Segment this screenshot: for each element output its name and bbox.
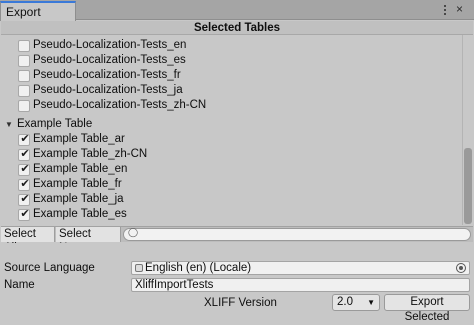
checkbox[interactable] xyxy=(18,40,30,52)
checkbox[interactable]: ✔ xyxy=(18,193,30,206)
list-item[interactable]: ✔ Example Table_en xyxy=(1,162,462,177)
list-item[interactable]: Pseudo-Localization-Tests_es xyxy=(1,53,462,68)
list-item[interactable]: Pseudo-Localization-Tests_zh-CN xyxy=(1,98,462,113)
list-item-label: Example Table_zh-CN xyxy=(33,148,148,160)
list-item-label: Pseudo-Localization-Tests_fr xyxy=(33,69,181,81)
checkmark-icon: ✔ xyxy=(20,163,30,175)
checkbox[interactable]: ✔ xyxy=(18,163,30,176)
xliff-version-label: XLIFF Version xyxy=(204,297,277,309)
list-item-label: Example Table_en xyxy=(33,163,128,175)
locale-asset-icon xyxy=(135,264,143,272)
name-label: Name xyxy=(4,279,35,291)
checkbox[interactable]: ✔ xyxy=(18,178,30,191)
group-label: Example Table xyxy=(17,118,93,130)
list-item[interactable]: Pseudo-Localization-Tests_fr xyxy=(1,68,462,83)
list-item-label: Example Table_es xyxy=(33,208,127,220)
scrollbar-thumb[interactable] xyxy=(464,148,472,224)
select-all-button[interactable]: Select All xyxy=(1,227,55,254)
list-item[interactable]: ✔ Example Table_ja xyxy=(1,192,462,207)
source-language-field[interactable]: English (en) (Locale) xyxy=(131,261,470,275)
xliff-version-dropdown[interactable]: 2.0 ▼ xyxy=(332,294,380,311)
search-icon: ◯ xyxy=(128,227,139,237)
xliff-version-value: 2.0 xyxy=(337,296,353,308)
checkmark-icon: ✔ xyxy=(20,133,30,145)
list-item[interactable]: Pseudo-Localization-Tests_ja xyxy=(1,83,462,98)
checkmark-icon: ✔ xyxy=(20,208,30,220)
name-field[interactable]: XliffImportTests xyxy=(131,278,470,292)
tab-export-xliff[interactable]: Export XLIFF xyxy=(0,1,76,33)
checkbox[interactable]: ✔ xyxy=(18,148,30,161)
tab-strip: Export XLIFF × xyxy=(0,0,474,33)
list-item-label: Pseudo-Localization-Tests_en xyxy=(33,39,187,51)
export-settings: Source Language English (en) (Locale) Na… xyxy=(0,243,474,323)
list-item-label: Pseudo-Localization-Tests_es xyxy=(33,54,186,66)
checkbox[interactable]: ✔ xyxy=(18,208,30,221)
close-icon[interactable]: × xyxy=(456,2,463,16)
checkbox[interactable] xyxy=(18,85,30,97)
list-item-label: Example Table_ar xyxy=(33,133,125,145)
checkbox[interactable] xyxy=(18,55,30,67)
kebab-menu-icon[interactable] xyxy=(438,5,452,15)
chevron-down-icon: ▼ xyxy=(367,298,375,307)
checkmark-icon: ✔ xyxy=(20,148,30,160)
list-item-label: Example Table_fr xyxy=(33,178,122,190)
source-language-value: English (en) (Locale) xyxy=(145,262,252,274)
group-row[interactable]: ▼ Example Table xyxy=(1,117,462,132)
select-none-button[interactable]: Select None xyxy=(56,227,121,254)
vertical-scrollbar[interactable] xyxy=(462,35,473,225)
list-item[interactable]: ✔ Example Table_fr xyxy=(1,177,462,192)
search-input[interactable]: ◯ xyxy=(123,227,471,241)
checkmark-icon: ✔ xyxy=(20,178,30,190)
list-item-label: Pseudo-Localization-Tests_ja xyxy=(33,84,183,96)
checkbox[interactable]: ✔ xyxy=(18,133,30,146)
list-item[interactable]: ✔ Example Table_zh-CN xyxy=(1,147,462,162)
list-item[interactable]: Pseudo-Localization-Tests_en xyxy=(1,38,462,53)
checkmark-icon: ✔ xyxy=(20,193,30,205)
foldout-arrow-icon[interactable]: ▼ xyxy=(5,117,13,132)
list-item-label: Example Table_ja xyxy=(33,193,124,205)
tables-list: Pseudo-Localization-Tests_en Pseudo-Local… xyxy=(1,35,462,225)
list-item[interactable]: ✔ Example Table_ar xyxy=(1,132,462,147)
object-picker-icon[interactable] xyxy=(456,263,466,273)
list-header: Selected Tables xyxy=(1,21,473,35)
list-item-label: Pseudo-Localization-Tests_zh-CN xyxy=(33,99,207,111)
list-toolbar: Select All Select None ◯ xyxy=(1,226,473,254)
source-language-label: Source Language xyxy=(4,262,95,274)
export-selected-button[interactable]: Export Selected xyxy=(384,294,470,323)
checkbox[interactable] xyxy=(18,100,30,112)
checkbox[interactable] xyxy=(18,70,30,82)
list-item[interactable]: ✔ Example Table_es xyxy=(1,207,462,222)
